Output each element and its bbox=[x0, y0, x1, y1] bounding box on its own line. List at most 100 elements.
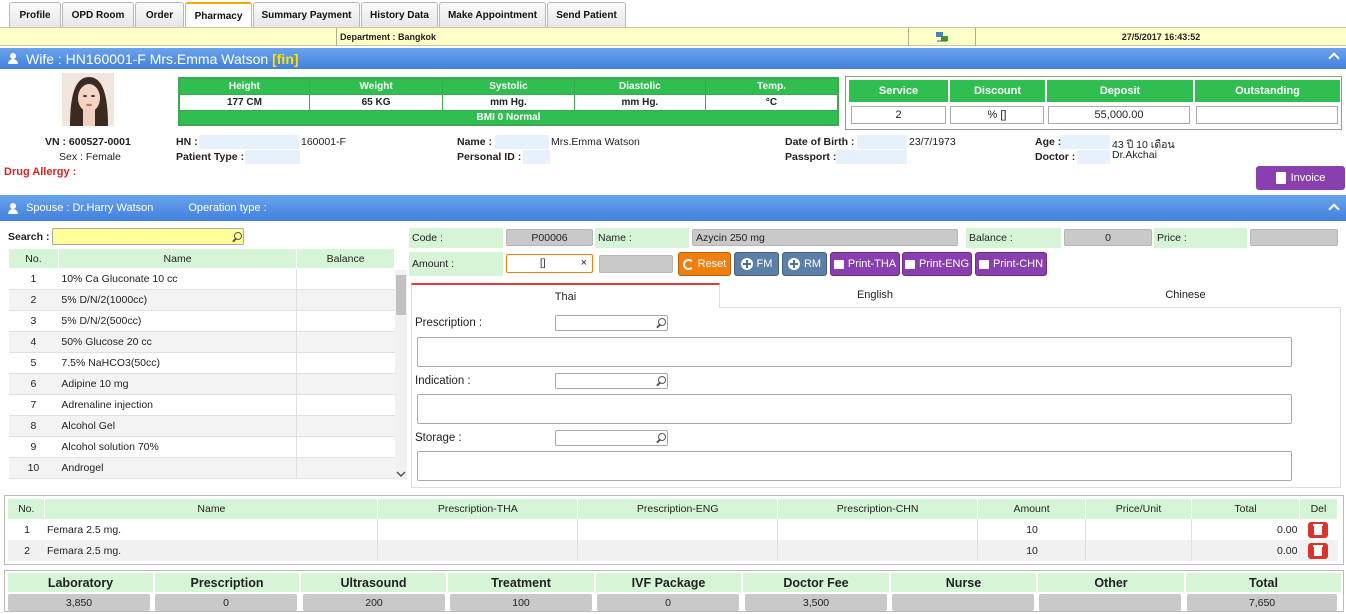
item-total: 0.00 bbox=[1191, 519, 1300, 540]
drug-name: 10% Ca Gluconate 10 cc bbox=[58, 268, 297, 290]
drug-no: 2 bbox=[8, 289, 59, 311]
tab-pharmacy[interactable]: Pharmacy bbox=[185, 2, 252, 28]
drug-list-scrollbar[interactable] bbox=[395, 270, 407, 480]
deposit-field[interactable]: 55,000.00 bbox=[1048, 106, 1190, 124]
table-row[interactable]: 8 Alcohol Gel bbox=[8, 415, 395, 437]
column-header: Name bbox=[57, 248, 298, 269]
temp-value: °C bbox=[705, 93, 839, 111]
document-icon bbox=[1275, 172, 1286, 184]
drug-balance bbox=[296, 394, 395, 416]
finance-panel: Service Discount Deposit Outstanding 2 %… bbox=[845, 76, 1342, 130]
summary-header: Treatment bbox=[448, 573, 594, 592]
invoice-button[interactable]: Invoice bbox=[1256, 166, 1345, 190]
tab-english[interactable]: English bbox=[720, 283, 1030, 308]
nurse-total bbox=[892, 594, 1034, 611]
search-icon[interactable] bbox=[655, 317, 667, 329]
summary-panel: Laboratory Prescription Ultrasound Treat… bbox=[4, 570, 1344, 612]
printer-icon bbox=[833, 259, 844, 269]
vitals-header: Systolic bbox=[442, 77, 575, 95]
fm-label: FM bbox=[756, 258, 773, 270]
discount-field[interactable]: % [] bbox=[950, 106, 1044, 124]
scrollbar-thumb[interactable] bbox=[396, 275, 406, 315]
hn-label: HN : bbox=[176, 136, 198, 148]
column-header: Prescription-THA bbox=[377, 499, 579, 519]
table-row[interactable]: 3 5% D/N/2(500cc) bbox=[8, 310, 395, 332]
trash-icon[interactable] bbox=[1308, 521, 1329, 538]
spouse-bar[interactable]: Spouse : Dr.Harry Watson Operation type … bbox=[0, 195, 1346, 221]
storage-label: Storage : bbox=[415, 432, 462, 444]
indication-search-input[interactable] bbox=[555, 373, 668, 389]
bmi-value: BMI 0 Normal bbox=[178, 109, 839, 125]
tab-thai[interactable]: Thai bbox=[411, 283, 720, 308]
rm-button[interactable]: RM bbox=[782, 252, 827, 276]
drug-name: 5% D/N/2(1000cc) bbox=[58, 289, 297, 311]
prescription-textarea[interactable] bbox=[417, 337, 1292, 367]
storage-search-input[interactable] bbox=[555, 430, 668, 446]
summary-header: Other bbox=[1038, 573, 1184, 592]
tab-history-data[interactable]: History Data bbox=[361, 2, 438, 27]
collapse-chevron-icon[interactable] bbox=[1328, 201, 1338, 211]
table-row[interactable]: 1 Femara 2.5 mg. 10 0.00 bbox=[8, 519, 1338, 540]
drug-no: 7 bbox=[8, 394, 59, 416]
drug-no: 3 bbox=[8, 310, 59, 332]
vitals-header: Height bbox=[178, 77, 310, 95]
table-row[interactable]: 6 Adipine 10 mg bbox=[8, 373, 395, 395]
column-header: Amount bbox=[977, 499, 1087, 519]
clear-icon[interactable]: × bbox=[581, 257, 587, 269]
tab-make-appointment[interactable]: Make Appointment bbox=[439, 2, 546, 27]
column-header: Prescription-ENG bbox=[577, 499, 779, 519]
scroll-down-icon[interactable] bbox=[396, 470, 406, 478]
network-icon[interactable] bbox=[908, 28, 975, 46]
prescription-search-input[interactable] bbox=[555, 315, 668, 331]
tab-profile[interactable]: Profile bbox=[9, 2, 61, 27]
print-chn-button[interactable]: Print-CHN bbox=[975, 252, 1047, 276]
summary-header: Laboratory bbox=[8, 573, 153, 592]
tab-opd-room[interactable]: OPD Room bbox=[62, 2, 134, 27]
amount-input[interactable]: [] × bbox=[506, 254, 593, 273]
table-row[interactable]: 9 Alcohol solution 70% bbox=[8, 436, 395, 458]
person-icon bbox=[8, 202, 18, 214]
grand-total: 7,650 bbox=[1187, 594, 1337, 611]
column-header: Name bbox=[44, 499, 379, 519]
reset-button[interactable]: Reset bbox=[678, 252, 731, 276]
service-field[interactable]: 2 bbox=[851, 106, 946, 124]
search-icon[interactable] bbox=[655, 375, 667, 387]
tab-order[interactable]: Order bbox=[135, 2, 184, 27]
amount-value: [] bbox=[540, 258, 546, 269]
fm-button[interactable]: FM bbox=[734, 252, 779, 276]
collapse-chevron-icon[interactable] bbox=[1328, 50, 1338, 60]
prescription-items-table: No. Name Prescription-THA Prescription-E… bbox=[8, 499, 1339, 561]
tab-summary-payment[interactable]: Summary Payment bbox=[253, 2, 360, 27]
drug-name: Adipine 10 mg bbox=[58, 373, 297, 395]
table-row[interactable]: 2 Femara 2.5 mg. 10 0.00 bbox=[8, 540, 1338, 561]
storage-textarea[interactable] bbox=[417, 451, 1292, 481]
patient-bar[interactable]: Wife : HN160001-F Mrs.Emma Watson [fin] bbox=[0, 48, 1346, 69]
plus-circle-icon bbox=[787, 258, 800, 270]
search-icon[interactable] bbox=[655, 432, 667, 444]
table-row[interactable]: 10 Androgel bbox=[8, 457, 395, 479]
trash-icon[interactable] bbox=[1308, 542, 1329, 559]
print-eng-button[interactable]: Print-ENG bbox=[902, 252, 972, 276]
item-total: 0.00 bbox=[1191, 540, 1300, 561]
summary-header: Nurse bbox=[891, 573, 1036, 592]
plus-circle-icon bbox=[740, 258, 753, 270]
table-row[interactable]: 1 10% Ca Gluconate 10 cc bbox=[8, 268, 395, 290]
table-row[interactable]: 4 50% Glucose 20 cc bbox=[8, 331, 395, 353]
table-row[interactable]: 5 7.5% NaHCO3(50cc) bbox=[8, 352, 395, 374]
search-input[interactable] bbox=[52, 228, 244, 245]
balance-field: 0 bbox=[1064, 229, 1152, 246]
outstanding-field[interactable] bbox=[1196, 106, 1338, 124]
indication-textarea[interactable] bbox=[417, 394, 1292, 424]
table-row[interactable]: 7 Adrenaline injection bbox=[8, 394, 395, 416]
drug-balance bbox=[296, 373, 395, 395]
drug-balance bbox=[296, 436, 395, 458]
refresh-icon bbox=[682, 258, 694, 270]
summary-header: Ultrasound bbox=[301, 573, 446, 592]
search-icon[interactable] bbox=[231, 231, 243, 243]
spouse-label: Spouse : Dr.Harry Watson bbox=[26, 202, 154, 214]
table-row[interactable]: 2 5% D/N/2(1000cc) bbox=[8, 289, 395, 311]
tab-send-patient[interactable]: Send Patient bbox=[547, 2, 626, 27]
print-tha-button[interactable]: Print-THA bbox=[830, 252, 900, 276]
tab-chinese[interactable]: Chinese bbox=[1030, 283, 1341, 308]
price-field bbox=[1250, 229, 1338, 246]
